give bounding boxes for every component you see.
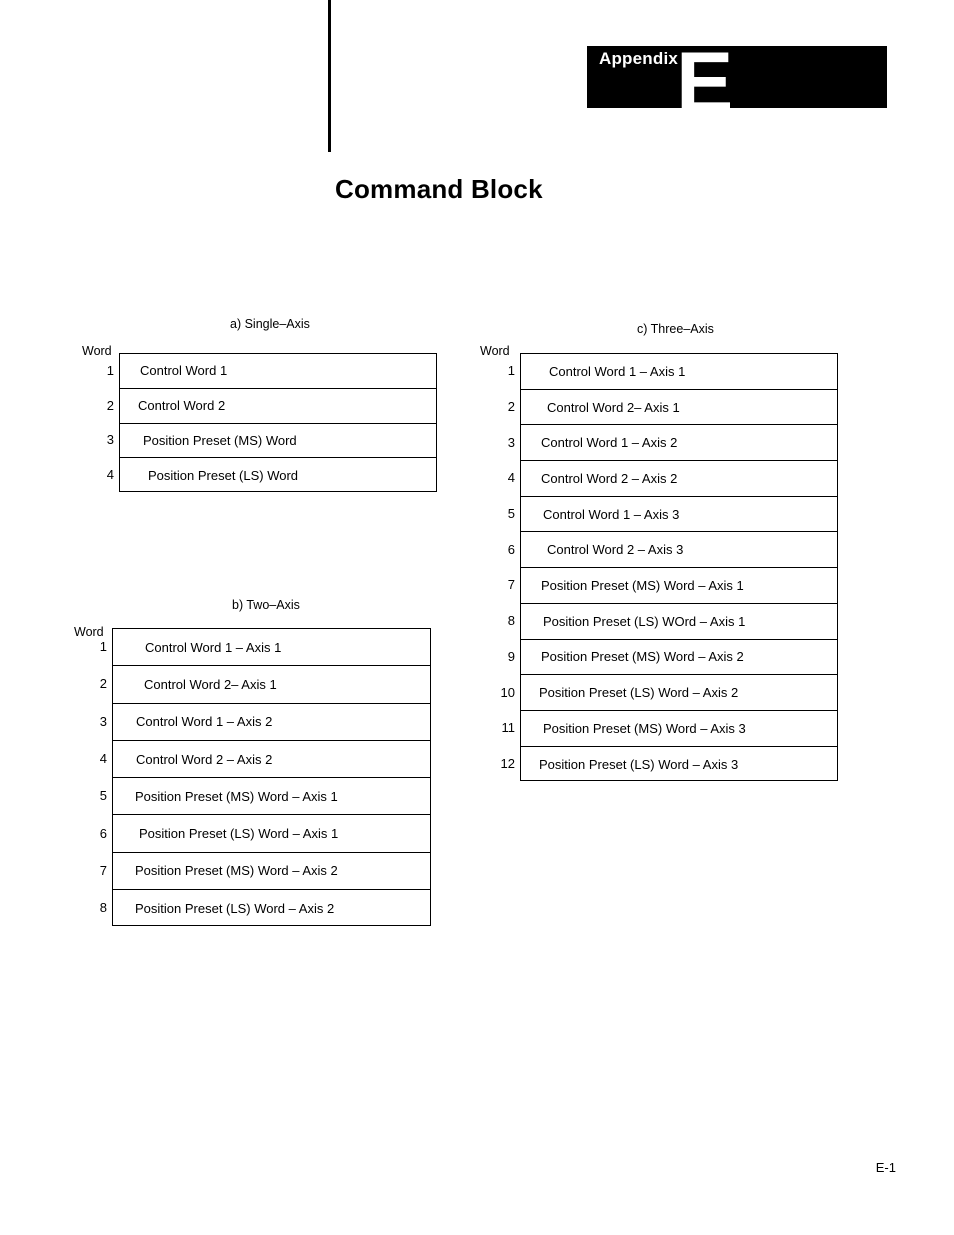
word-number: 1 — [507, 363, 515, 379]
table-row-label: Control Word 2 – Axis 2 — [541, 470, 678, 486]
table-row: Control Word 1 – Axis 2 — [521, 425, 837, 462]
table-row: Control Word 1 — [120, 354, 436, 389]
word-number: 8 — [507, 613, 515, 629]
word-number: 2 — [99, 676, 107, 692]
table-row-label: Control Word 1 – Axis 2 — [136, 714, 273, 730]
table-row-label: Position Preset (LS) Word — [148, 468, 299, 484]
table-row: Control Word 1 – Axis 3 — [521, 497, 837, 533]
figure-caption-two-axis: b) Two–Axis — [232, 598, 300, 612]
word-number-column-two-axis: 1 2 3 4 5 6 7 8 — [78, 628, 112, 926]
word-number: 3 — [99, 713, 107, 729]
word-number: 7 — [507, 577, 515, 593]
word-number-column-three-axis: 1 2 3 4 5 6 7 8 9 10 11 12 — [486, 353, 520, 781]
word-number-column-single-axis: 1 2 3 4 — [85, 353, 119, 492]
table-row-label: Control Word 2 – Axis 3 — [547, 542, 684, 558]
table-row-label: Position Preset (MS) Word – Axis 1 — [135, 788, 338, 804]
table-row-label: Control Word 1 – Axis 1 — [549, 363, 686, 379]
table-row: Position Preset (MS) Word – Axis 1 — [521, 568, 837, 604]
word-number: 5 — [99, 788, 107, 804]
table-row-label: Position Preset (MS) Word – Axis 2 — [541, 649, 744, 665]
word-number: 10 — [500, 684, 515, 700]
figure-caption-three-axis: c) Three–Axis — [637, 322, 714, 336]
table-row: Position Preset (LS) Word – Axis 1 — [113, 815, 430, 853]
table-row-label: Position Preset (MS) Word — [143, 432, 297, 448]
table-row-label: Position Preset (LS) Word – Axis 2 — [135, 901, 335, 917]
table-row: Control Word 2– Axis 1 — [521, 390, 837, 426]
command-block-table-two-axis: Control Word 1 – Axis 1 Control Word 2– A… — [112, 628, 431, 927]
word-number: 6 — [99, 825, 107, 841]
command-block-table-single-axis: Control Word 1 Control Word 2 Position Pre… — [119, 353, 437, 493]
word-number: 3 — [106, 432, 114, 448]
word-number: 1 — [99, 639, 107, 655]
table-row-label: Position Preset (LS) WOrd – Axis 1 — [543, 613, 746, 629]
word-number: 5 — [507, 506, 515, 522]
table-row: Control Word 2 — [120, 389, 436, 424]
table-row: Control Word 2 – Axis 3 — [521, 532, 837, 569]
word-number: 7 — [99, 862, 107, 878]
command-block-table-three-axis: Control Word 1 – Axis 1 Control Word 2– A… — [520, 353, 838, 783]
word-number: 4 — [106, 467, 114, 483]
appendix-label: Appendix — [599, 49, 679, 68]
table-row: Position Preset (MS) Word – Axis 2 — [521, 640, 837, 676]
word-number: 12 — [500, 755, 515, 771]
word-number: 1 — [106, 362, 114, 378]
table-row: Position Preset (LS) Word — [120, 458, 436, 493]
table-row: Position Preset (LS) WOrd – Axis 1 — [521, 604, 837, 640]
table-row-label: Control Word 2 — [138, 398, 226, 414]
table-row: Control Word 1 – Axis 2 — [113, 704, 430, 741]
table-row-label: Position Preset (MS) Word – Axis 2 — [135, 863, 338, 879]
word-number: 6 — [507, 541, 515, 557]
table-row-label: Position Preset (MS) Word – Axis 1 — [541, 577, 744, 593]
figure-caption-single-axis: a) Single–Axis — [230, 317, 310, 331]
table-row: Position Preset (LS) Word – Axis 2 — [113, 890, 430, 927]
table-row: Control Word 1 – Axis 1 — [113, 629, 430, 667]
word-number: 11 — [501, 720, 516, 736]
table-row: Position Preset (LS) Word – Axis 3 — [521, 747, 837, 783]
table-row: Control Word 2 – Axis 2 — [521, 461, 837, 497]
table-row-label: Position Preset (LS) Word – Axis 2 — [539, 685, 739, 701]
word-number: 9 — [507, 648, 515, 664]
word-number: 8 — [99, 900, 107, 916]
page-number: E-1 — [875, 1160, 896, 1175]
table-row: Position Preset (MS) Word – Axis 3 — [521, 711, 837, 747]
word-number: 4 — [99, 751, 107, 767]
word-number: 3 — [507, 434, 515, 450]
word-number: 4 — [507, 470, 515, 486]
page-title: Command Block — [335, 174, 543, 204]
table-row-label: Control Word 2– Axis 1 — [547, 399, 680, 415]
table-row-label: Position Preset (MS) Word – Axis 3 — [543, 720, 746, 736]
word-number: 2 — [507, 399, 515, 415]
table-row-label: Position Preset (LS) Word – Axis 3 — [539, 756, 739, 772]
word-number: 2 — [106, 397, 114, 413]
table-row: Control Word 2 – Axis 2 — [113, 741, 430, 779]
table-row-label: Control Word 2– Axis 1 — [144, 676, 277, 692]
table-row: Control Word 1 – Axis 1 — [521, 354, 837, 390]
appendix-letter: E — [676, 35, 734, 131]
table-row: Position Preset (LS) Word – Axis 2 — [521, 675, 837, 711]
table-row-label: Control Word 1 — [140, 363, 228, 379]
table-row-label: Control Word 1 – Axis 3 — [543, 506, 680, 522]
header-vertical-rule — [328, 0, 331, 152]
table-row: Position Preset (MS) Word – Axis 2 — [113, 853, 430, 891]
table-row: Position Preset (MS) Word — [120, 424, 436, 459]
table-row: Position Preset (MS) Word – Axis 1 — [113, 778, 430, 816]
table-row: Control Word 2– Axis 1 — [113, 666, 430, 704]
table-row-label: Position Preset (LS) Word – Axis 1 — [139, 826, 339, 842]
table-row-label: Control Word 1 – Axis 1 — [145, 639, 282, 655]
table-row-label: Control Word 2 – Axis 2 — [136, 751, 273, 767]
table-row-label: Control Word 1 – Axis 2 — [541, 435, 678, 451]
